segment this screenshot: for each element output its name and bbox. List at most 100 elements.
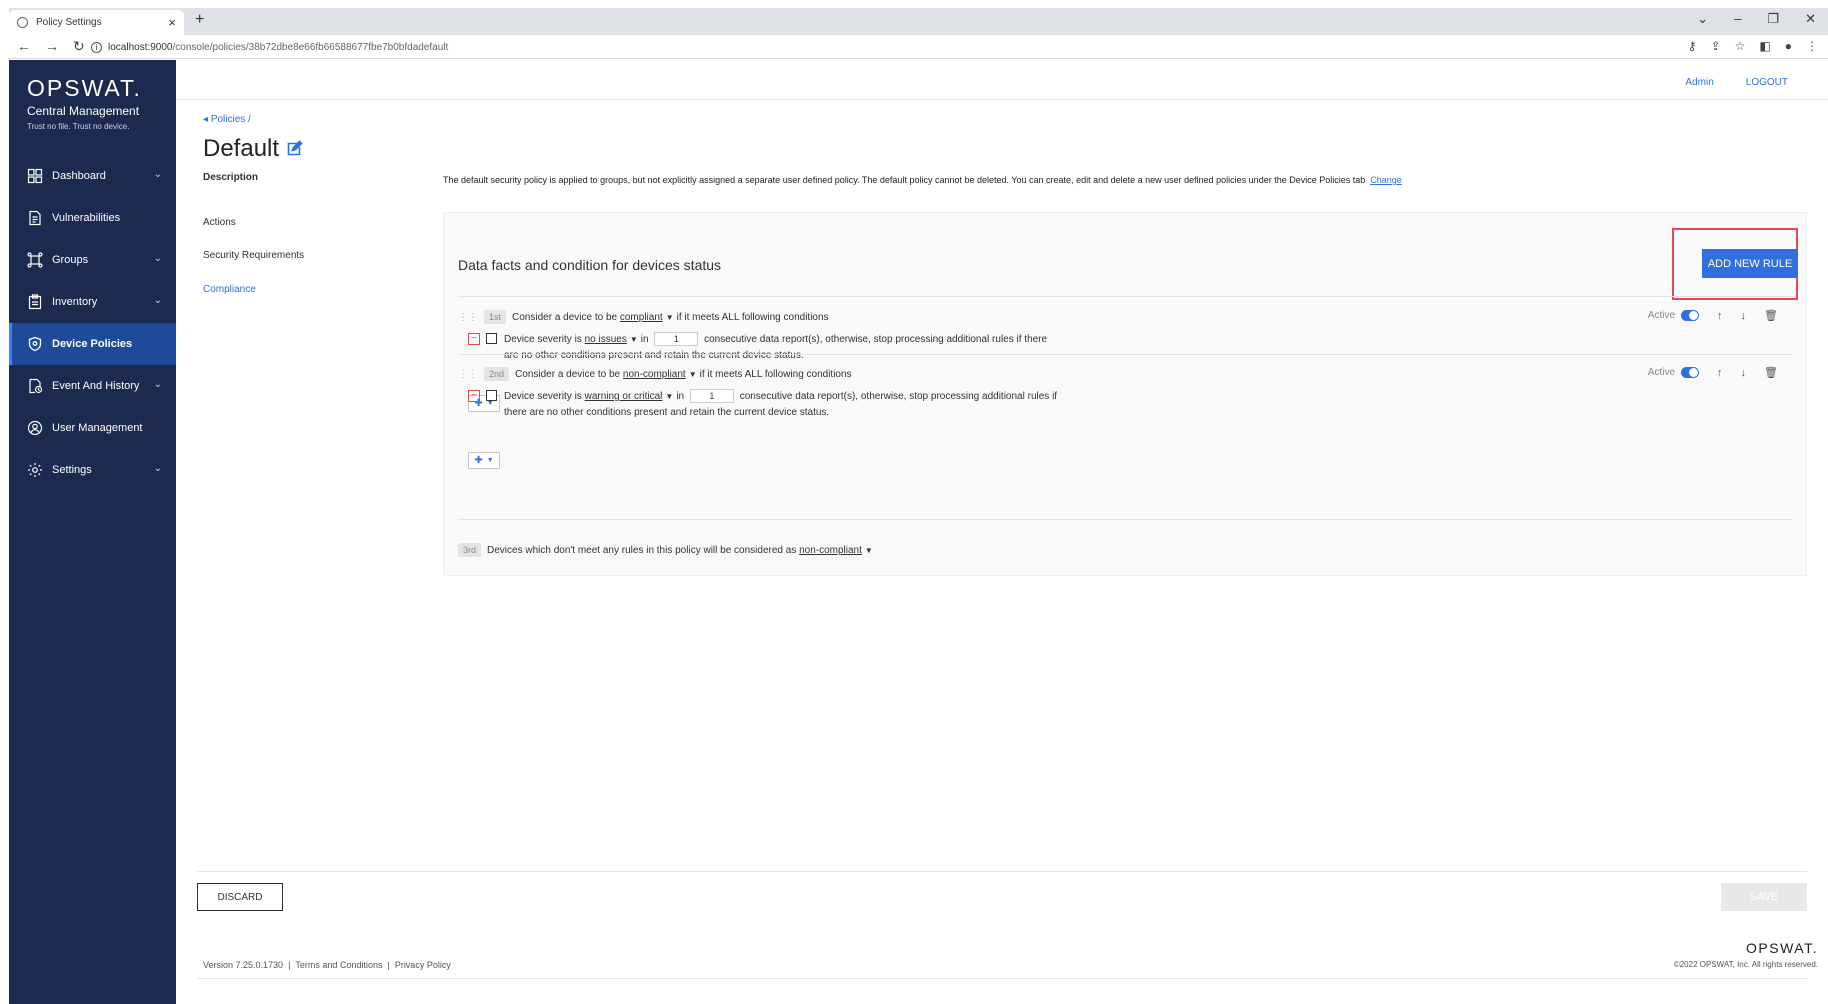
caret-down-icon[interactable]: ▼ <box>666 313 674 322</box>
tab-search-icon[interactable]: ⌄ <box>1697 11 1708 27</box>
divider <box>197 978 1807 979</box>
save-button[interactable]: SAVE <box>1721 883 1807 911</box>
report-count-input[interactable]: 1 <box>654 332 699 347</box>
breadcrumb[interactable]: ◂ Policies / <box>203 114 251 125</box>
header-links: Admin LOGOUT <box>1685 77 1788 88</box>
rule-prefix: Consider a device to be <box>515 368 621 380</box>
sidebar-item-groups[interactable]: Groups ⌄ <box>9 239 176 281</box>
edit-icon[interactable] <box>285 140 303 158</box>
add-condition-button[interactable]: ✚ ▼ <box>468 452 500 469</box>
chevron-down-icon: ⌄ <box>153 169 162 180</box>
terms-link[interactable]: Terms and Conditions <box>295 960 382 970</box>
change-link[interactable]: Change <box>1370 175 1402 185</box>
condition-checkbox[interactable] <box>486 333 497 344</box>
url-path: /console/policies/38b72dbe8e66fb66588677… <box>172 42 449 53</box>
version-text: Version 7.25.0.1730 <box>203 960 284 970</box>
section-description[interactable]: Description <box>203 172 258 189</box>
forward-icon[interactable]: → <box>45 38 59 55</box>
kebab-menu-icon[interactable]: ⋮ <box>1806 39 1818 53</box>
opswat-logo: OPSWAT. <box>27 75 142 101</box>
sidebar-item-settings[interactable]: Settings ⌄ <box>9 449 176 491</box>
logout-link[interactable]: LOGOUT <box>1746 77 1788 88</box>
arrow-up-icon[interactable]: ↑ <box>1717 367 1723 379</box>
close-tab-icon[interactable]: × <box>168 15 176 30</box>
fallback-status-dropdown[interactable]: non-compliant <box>799 545 862 556</box>
fallback-text: Devices which don't meet any rules in th… <box>487 544 797 556</box>
severity-dropdown[interactable]: no issues <box>585 334 627 345</box>
sidebar-item-dashboard[interactable]: Dashboard ⌄ <box>9 155 176 197</box>
share-icon[interactable]: ⇪ <box>1711 39 1721 53</box>
copyright: ©2022 OPSWAT, Inc. All rights reserved. <box>1673 960 1818 969</box>
clipboard-icon <box>27 294 43 310</box>
sidebar-item-user-management[interactable]: User Management <box>9 407 176 449</box>
cond-prefix: Device severity is <box>504 334 582 345</box>
minimize-icon[interactable]: – <box>1734 11 1741 27</box>
rule-controls: Active ↑ ↓ 🗑 <box>1647 366 1778 380</box>
active-label: Active <box>1647 367 1676 378</box>
status-dropdown[interactable]: compliant <box>620 312 663 323</box>
arrow-down-icon[interactable]: ↓ <box>1741 310 1747 322</box>
profile-icon[interactable]: ● <box>1785 39 1792 53</box>
remove-condition-icon[interactable]: − <box>468 390 480 402</box>
sidebar-item-inventory[interactable]: Inventory ⌄ <box>9 281 176 323</box>
sidebar-item-vulnerabilities[interactable]: Vulnerabilities <box>9 197 176 239</box>
url-field[interactable]: i localhost:9000/console/policies/38b72d… <box>91 39 1691 56</box>
cond-in: in <box>676 391 685 402</box>
section-compliance[interactable]: Compliance <box>203 284 256 301</box>
restore-icon[interactable]: ❐ <box>1767 11 1779 27</box>
rule-header: ⋮⋮ 2nd Consider a device to be non-compl… <box>458 366 852 382</box>
condition-text: Device severity is warning or critical ▼ i… <box>504 389 1064 421</box>
sidepanel-icon[interactable]: ◧ <box>1759 39 1770 53</box>
sidebar-item-device-policies[interactable]: Device Policies <box>9 323 176 365</box>
drag-handle-icon[interactable]: ⋮⋮ <box>458 312 478 323</box>
loading-icon <box>17 17 28 28</box>
site-info-icon[interactable]: i <box>91 42 102 53</box>
status-dropdown[interactable]: non-compliant <box>623 369 686 380</box>
drag-handle-icon[interactable]: ⋮⋮ <box>458 369 478 380</box>
privacy-link[interactable]: Privacy Policy <box>395 960 451 970</box>
rule-header: ⋮⋮ 1st Consider a device to be compliant… <box>458 309 829 325</box>
admin-link[interactable]: Admin <box>1685 77 1713 88</box>
rule-rank: 2nd <box>484 367 510 381</box>
sidebar-item-label: Inventory <box>52 296 98 308</box>
address-bar: ← → ↻ i localhost:9000/console/policies/… <box>9 35 1828 59</box>
discard-button[interactable]: DISCARD <box>197 883 283 911</box>
arrow-down-icon[interactable]: ↓ <box>1741 367 1747 379</box>
section-security-requirements[interactable]: Security Requirements <box>203 250 304 267</box>
caret-down-icon[interactable]: ▼ <box>665 392 673 401</box>
reload-icon[interactable]: ↻ <box>73 38 85 55</box>
caret-down-icon: ▼ <box>486 457 494 464</box>
divider <box>458 354 1792 355</box>
close-window-icon[interactable]: ✕ <box>1805 11 1816 27</box>
chevron-down-icon: ⌄ <box>153 253 162 264</box>
caret-down-icon[interactable]: ▼ <box>630 335 638 344</box>
footer-logo: OPSWAT. <box>1746 940 1818 956</box>
arrow-up-icon[interactable]: ↑ <box>1717 310 1723 322</box>
severity-dropdown[interactable]: warning or critical <box>585 391 663 402</box>
back-icon[interactable]: ← <box>17 38 31 55</box>
rule-rank: 3rd <box>458 543 482 557</box>
rule-suffix: if it meets ALL following conditions <box>676 311 829 323</box>
caret-down-icon[interactable]: ▼ <box>865 546 873 555</box>
active-toggle[interactable] <box>1681 367 1700 378</box>
section-actions[interactable]: Actions <box>203 217 236 234</box>
user-icon <box>27 420 43 436</box>
browser-tab[interactable]: Policy Settings × <box>9 10 184 35</box>
condition-checkbox[interactable] <box>486 390 497 401</box>
caret-down-icon[interactable]: ▼ <box>689 370 697 379</box>
trash-icon[interactable]: 🗑 <box>1764 366 1778 379</box>
sidebar-item-label: User Management <box>52 422 143 434</box>
add-new-rule-button[interactable]: ADD NEW RULE <box>1702 249 1798 278</box>
divider <box>197 871 1807 872</box>
key-icon[interactable]: ⚷ <box>1688 39 1697 53</box>
panel-title: Data facts and condition for devices sta… <box>458 257 722 273</box>
star-icon[interactable]: ☆ <box>1735 39 1746 53</box>
remove-condition-icon[interactable]: − <box>468 333 480 345</box>
report-count-input[interactable]: 1 <box>689 389 734 404</box>
breadcrumb-policies[interactable]: Policies / <box>211 114 251 125</box>
sidebar-item-event-history[interactable]: Event And History ⌄ <box>9 365 176 407</box>
new-tab-button[interactable]: + <box>195 11 204 29</box>
gear-icon <box>27 462 43 478</box>
trash-icon[interactable]: 🗑 <box>1764 309 1778 322</box>
active-toggle[interactable] <box>1681 310 1700 321</box>
